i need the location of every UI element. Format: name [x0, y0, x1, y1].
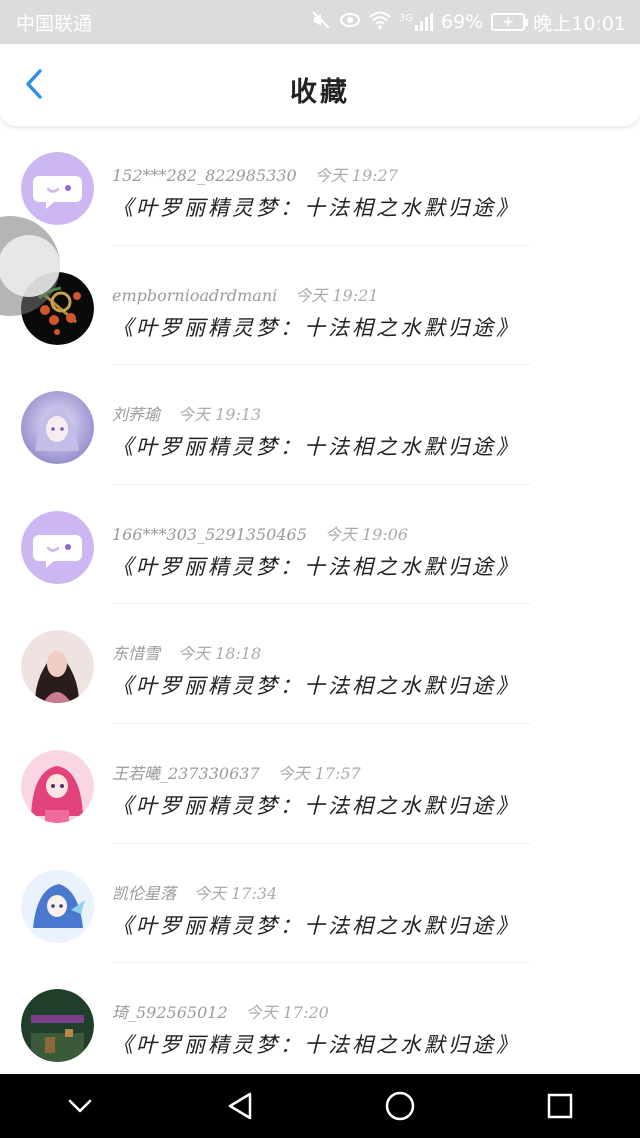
- carrier-label: 中国联通: [16, 12, 93, 35]
- item-meta: 刘荞瑜 今天 19:13: [112, 401, 261, 425]
- battery-percent: 69%: [441, 11, 484, 33]
- item-meta: 王若曦_237330637 今天 17:57: [112, 760, 361, 784]
- pink-anime-avatar[interactable]: [21, 749, 94, 823]
- eye-icon: [339, 11, 361, 33]
- page-title: 收藏: [290, 77, 350, 108]
- user-name: 琦_592565012: [112, 1003, 228, 1023]
- post-time: 今天 19:13: [178, 405, 262, 425]
- post-time: 今天 17:20: [245, 1003, 329, 1023]
- status-indicators: 3G 69% + 晚上10:01: [311, 9, 626, 36]
- nav-home-button[interactable]: [370, 1076, 430, 1136]
- recents-square-icon: [547, 1093, 573, 1119]
- item-meta: 凯伦星落 今天 17:34: [112, 880, 277, 904]
- list-item[interactable]: 刘荞瑜 今天 19:13 《叶罗丽精灵梦：十法相之水默归途》: [0, 365, 640, 485]
- anime-girl-avatar[interactable]: [21, 391, 94, 465]
- item-meta: empbornioadrdmani 今天 19:21: [112, 282, 378, 306]
- book-title: 《叶罗丽精灵梦：十法相之水默归途》: [112, 793, 520, 818]
- clock: 晚上10:01: [533, 12, 626, 35]
- item-meta: 152***282_822985330 今天 19:27: [112, 162, 398, 186]
- navigation-bar: [0, 1074, 640, 1138]
- mute-icon: [311, 10, 331, 35]
- back-triangle-icon: [228, 1092, 252, 1120]
- photo-avatar[interactable]: [21, 630, 94, 704]
- item-meta: 东惜雪 今天 18:18: [112, 640, 261, 664]
- hide-nav-button[interactable]: [50, 1076, 110, 1136]
- chat-bubble-avatar[interactable]: [21, 510, 94, 584]
- chat-bubble-avatar[interactable]: [21, 152, 94, 225]
- book-title: 《叶罗丽精灵梦：十法相之水默归途》: [112, 674, 520, 699]
- book-title: 《叶罗丽精灵梦：十法相之水默归途》: [112, 1033, 520, 1058]
- list-item[interactable]: 152***282_822985330 今天 19:27 《叶罗丽精灵梦：十法相…: [0, 126, 640, 246]
- signal-icon: 3G: [399, 13, 433, 31]
- chevron-down-icon: [68, 1099, 92, 1113]
- list-item[interactable]: 王若曦_237330637 今天 17:57 《叶罗丽精灵梦：十法相之水默归途》: [0, 724, 640, 844]
- post-time: 今天 17:34: [194, 883, 278, 903]
- list-item[interactable]: 凯伦星落 今天 17:34 《叶罗丽精灵梦：十法相之水默归途》: [0, 844, 640, 964]
- list-item[interactable]: empbornioadrdmani 今天 19:21 《叶罗丽精灵梦：十法相之水…: [0, 246, 640, 366]
- wifi-icon: [369, 11, 391, 34]
- user-name: 166***303_5291350465: [112, 524, 307, 544]
- book-title: 《叶罗丽精灵梦：十法相之水默归途》: [112, 554, 520, 579]
- post-time: 今天 18:18: [178, 644, 262, 664]
- floating-assist-inner: [0, 235, 60, 297]
- user-name: 刘荞瑜: [112, 405, 161, 425]
- book-title: 《叶罗丽精灵梦：十法相之水默归途》: [112, 196, 520, 220]
- item-meta: 琦_592565012 今天 17:20: [112, 999, 329, 1023]
- list-item[interactable]: 东惜雪 今天 18:18 《叶罗丽精灵梦：十法相之水默归途》: [0, 604, 640, 724]
- list-item[interactable]: 琦_592565012 今天 17:20 《叶罗丽精灵梦：十法相之水默归途》: [0, 963, 640, 1074]
- header: 收藏: [0, 44, 640, 126]
- user-name: empbornioadrdmani: [112, 285, 278, 305]
- user-name: 王若曦_237330637: [112, 763, 260, 783]
- post-time: 今天 19:21: [295, 285, 379, 305]
- post-time: 今天 17:57: [277, 763, 361, 783]
- book-title: 《叶罗丽精灵梦：十法相之水默归途》: [112, 435, 520, 460]
- game-avatar[interactable]: [21, 989, 94, 1063]
- status-bar: 中国联通 3G 69% + 晚上10:01: [0, 0, 640, 44]
- post-time: 今天 19:06: [324, 524, 409, 544]
- item-meta: 166***303_5291350465 今天 19:06: [112, 521, 408, 545]
- screen: 中国联通 3G 69% + 晚上10:01 收藏 152***282_82298…: [0, 0, 640, 1138]
- nav-back-button[interactable]: [210, 1076, 270, 1136]
- home-circle-icon: [385, 1091, 415, 1121]
- favorites-list: 152***282_822985330 今天 19:27 《叶罗丽精灵梦：十法相…: [0, 126, 640, 1074]
- book-title: 《叶罗丽精灵梦：十法相之水默归途》: [112, 315, 520, 340]
- battery-icon: +: [491, 13, 529, 31]
- book-title: 《叶罗丽精灵梦：十法相之水默归途》: [112, 913, 520, 938]
- user-name: 东惜雪: [112, 644, 161, 664]
- blue-anime-avatar[interactable]: [21, 869, 94, 943]
- nav-recents-button[interactable]: [530, 1076, 590, 1136]
- post-time: 今天 19:27: [314, 166, 398, 185]
- user-name: 152***282_822985330: [112, 166, 297, 185]
- list-item[interactable]: 166***303_5291350465 今天 19:06 《叶罗丽精灵梦：十法…: [0, 485, 640, 605]
- user-name: 凯伦星落: [112, 883, 177, 903]
- network-type: 3G: [398, 13, 413, 24]
